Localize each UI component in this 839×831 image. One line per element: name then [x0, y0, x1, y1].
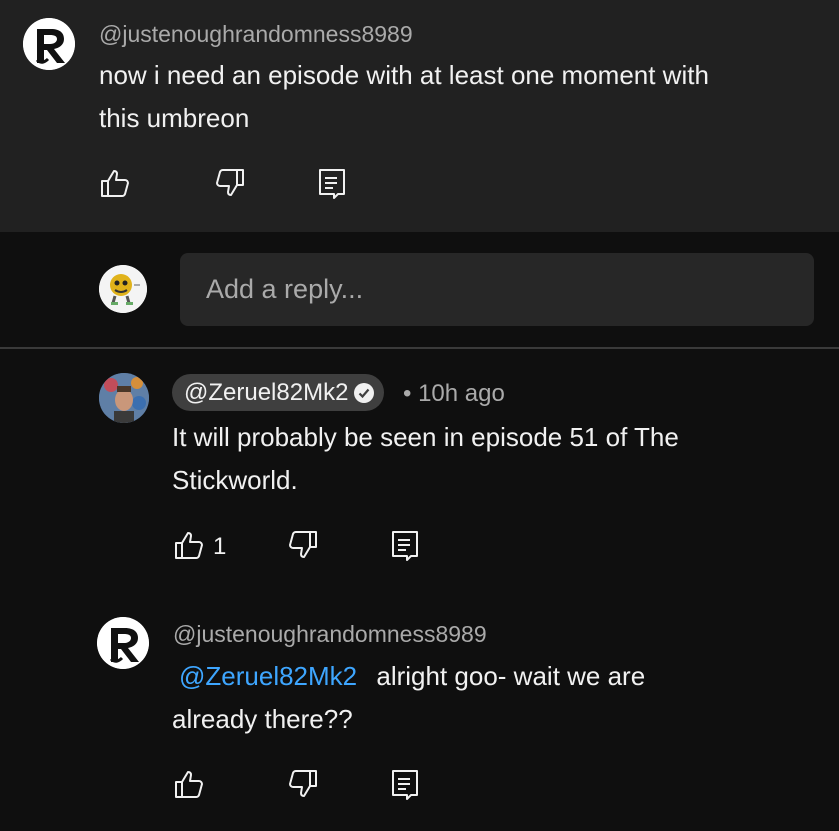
avatar[interactable]	[23, 18, 75, 70]
reply-text-line: @Zeruel82Mk2 alright goo- wait we are	[172, 655, 822, 698]
reply-meta: • 10h ago	[403, 380, 505, 408]
comment-author-handle[interactable]: @justenoughrandomness8989	[99, 21, 413, 48]
comment-text-line: this umbreon	[99, 103, 250, 133]
divider	[0, 347, 839, 349]
thumbs-up-icon[interactable]	[173, 529, 205, 561]
comment-text: now i need an episode with at least one …	[99, 54, 819, 140]
thumbs-down-icon[interactable]	[214, 167, 246, 199]
reply-timestamp: 10h ago	[418, 380, 505, 407]
reply-text-line: It will probably be seen in episode 51 o…	[172, 422, 679, 452]
like-count: 1	[213, 533, 227, 560]
avatar[interactable]	[97, 617, 149, 669]
reply-text: It will probably be seen in episode 51 o…	[172, 416, 822, 502]
reply-text: @Zeruel82Mk2 alright goo- wait we are al…	[172, 655, 822, 741]
reply-text-line: already there??	[172, 704, 353, 734]
thumbs-up-icon[interactable]	[99, 167, 131, 199]
reply-author-handle: @Zeruel82Mk2	[184, 378, 349, 406]
separator-dot: •	[403, 380, 412, 407]
reply-comment-icon[interactable]	[389, 529, 421, 561]
comment-text-line: now i need an episode with at least one …	[99, 60, 709, 90]
verified-check-icon	[354, 382, 375, 403]
add-reply-input[interactable]: Add a reply...	[180, 253, 814, 326]
reply-text-segment: alright goo- wait we are	[376, 661, 646, 691]
thumbs-up-icon[interactable]	[173, 768, 205, 800]
thumbs-down-icon[interactable]	[287, 768, 319, 800]
reply-comment-icon[interactable]	[389, 768, 421, 800]
user-avatar[interactable]	[99, 265, 147, 313]
reply-comment-icon[interactable]	[316, 167, 348, 199]
author-chip[interactable]: @Zeruel82Mk2	[172, 374, 385, 411]
avatar[interactable]	[99, 373, 149, 423]
reply-text-line: Stickworld.	[172, 465, 298, 495]
thumbs-down-icon[interactable]	[287, 529, 319, 561]
mention-link[interactable]: @Zeruel82Mk2	[179, 661, 357, 691]
top-comment: @justenoughrandomness8989 now i need an …	[0, 0, 839, 232]
reply-author-handle[interactable]: @justenoughrandomness8989	[173, 621, 487, 648]
